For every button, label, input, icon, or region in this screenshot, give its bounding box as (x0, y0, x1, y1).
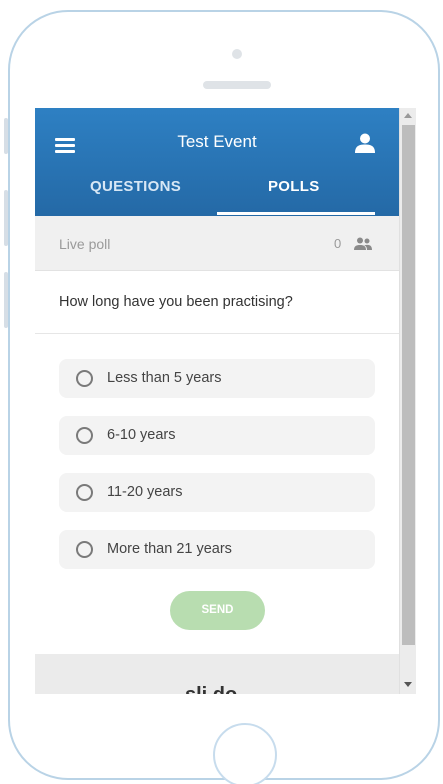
poll-option-label: 11-20 years (107, 484, 183, 500)
tab-polls[interactable]: POLLS (268, 178, 320, 195)
phone-camera (232, 49, 242, 59)
radio-unchecked-icon[interactable] (76, 541, 93, 558)
scroll-down-icon[interactable] (404, 682, 412, 687)
phone-side-button (4, 272, 8, 328)
vertical-scrollbar[interactable] (399, 108, 416, 694)
phone-home-button (213, 723, 277, 784)
user-icon[interactable] (354, 133, 376, 153)
poll-option-label: 6-10 years (107, 427, 176, 443)
event-title: Test Event (177, 132, 257, 151)
phone-side-button (4, 190, 8, 246)
poll-status-label: Live poll (59, 236, 111, 252)
poll-header: Live poll 0 (35, 216, 399, 271)
brand-logo-text: sli.do (185, 684, 237, 694)
poll-option-label: More than 21 years (107, 541, 232, 557)
app-bar: Test Event QUESTIONS POLLS (35, 108, 399, 216)
tab-questions[interactable]: QUESTIONS (90, 178, 181, 195)
poll-card: Live poll 0 How long have you been pract… (35, 216, 399, 654)
phone-side-button (4, 118, 8, 154)
poll-option[interactable]: Less than 5 years (59, 359, 375, 398)
radio-unchecked-icon[interactable] (76, 484, 93, 501)
phone-speaker (203, 81, 271, 89)
radio-unchecked-icon[interactable] (76, 427, 93, 444)
scroll-up-icon[interactable] (404, 113, 412, 118)
footer: sli.do (35, 654, 399, 694)
poll-option-label: Less than 5 years (107, 370, 222, 386)
poll-option[interactable]: 6-10 years (59, 416, 375, 455)
radio-unchecked-icon[interactable] (76, 370, 93, 387)
poll-option[interactable]: More than 21 years (59, 530, 375, 569)
send-button[interactable]: SEND (170, 591, 265, 630)
participant-count: 0 (334, 236, 342, 251)
poll-question: How long have you been practising? (35, 271, 399, 334)
scrollbar-thumb[interactable] (402, 125, 415, 645)
poll-option[interactable]: 11-20 years (59, 473, 375, 512)
poll-options: Less than 5 years 6-10 years 11-20 years… (35, 334, 399, 569)
people-icon (354, 237, 372, 250)
active-tab-indicator (217, 212, 375, 215)
app-screen: Test Event QUESTIONS POLLS Live poll 0 H… (35, 108, 416, 694)
